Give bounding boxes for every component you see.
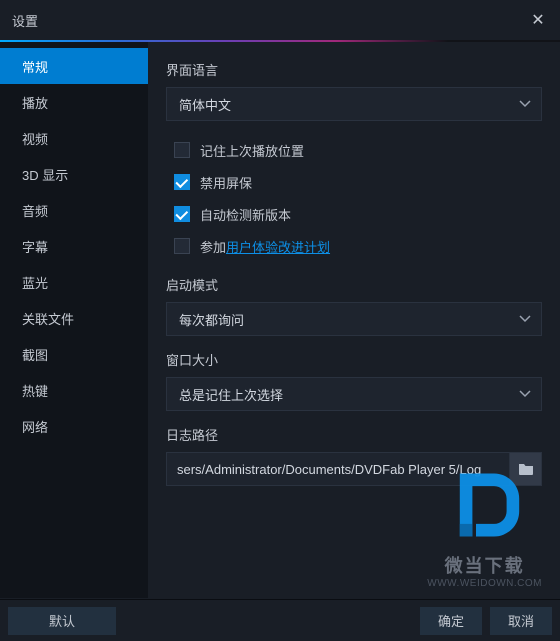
sidebar-item-label: 播放 [22,93,48,112]
disable-screensaver-label: 禁用屏保 [200,173,252,192]
ux-program-prefix: 参加 [200,237,226,256]
ux-program-checkbox[interactable] [174,238,190,254]
sidebar-item-subtitle[interactable]: 字幕 [0,228,148,264]
auto-update-row: 自动检测新版本 [166,199,542,229]
titlebar: 设置 ✕ [0,0,560,40]
folder-icon [518,462,534,476]
ux-program-link[interactable]: 用户体验改进计划 [226,237,330,256]
sidebar-item-label: 关联文件 [22,309,74,328]
chevron-down-icon [519,390,531,398]
sidebar-item-hotkey[interactable]: 热键 [0,372,148,408]
sidebar-item-screenshot[interactable]: 截图 [0,336,148,372]
sidebar-item-label: 蓝光 [22,273,48,292]
default-button[interactable]: 默认 [8,607,116,635]
sidebar-item-label: 字幕 [22,237,48,256]
sidebar-item-label: 网络 [22,417,48,436]
cancel-button[interactable]: 取消 [490,607,552,635]
startup-mode-value: 每次都询问 [179,310,244,329]
sidebar-item-label: 热键 [22,381,48,400]
browse-button[interactable] [510,452,542,486]
auto-update-checkbox[interactable] [174,206,190,222]
sidebar-item-video[interactable]: 视频 [0,120,148,156]
sidebar-item-3d[interactable]: 3D 显示 [0,156,148,192]
sidebar: 常规 播放 视频 3D 显示 音频 字幕 蓝光 关联文件 截图 热键 网络 [0,42,148,598]
footer: 默认 确定 取消 [0,599,560,641]
sidebar-item-bluray[interactable]: 蓝光 [0,264,148,300]
window-size-select[interactable]: 总是记住上次选择 [166,377,542,411]
close-icon[interactable]: ✕ [528,10,548,30]
remember-position-checkbox[interactable] [174,142,190,158]
sidebar-item-audio[interactable]: 音频 [0,192,148,228]
ui-language-select[interactable]: 简体中文 [166,87,542,121]
log-path-input[interactable] [166,452,510,486]
disable-screensaver-row: 禁用屏保 [166,167,542,197]
remember-position-label: 记住上次播放位置 [200,141,304,160]
sidebar-item-label: 截图 [22,345,48,364]
sidebar-item-network[interactable]: 网络 [0,408,148,444]
startup-mode-select[interactable]: 每次都询问 [166,302,542,336]
disable-screensaver-checkbox[interactable] [174,174,190,190]
window-size-value: 总是记住上次选择 [179,385,283,404]
ui-language-label: 界面语言 [166,60,542,79]
sidebar-item-label: 3D 显示 [22,165,68,184]
startup-mode-label: 启动模式 [166,275,542,294]
chevron-down-icon [519,315,531,323]
ui-language-value: 简体中文 [179,95,231,114]
sidebar-item-label: 音频 [22,201,48,220]
auto-update-label: 自动检测新版本 [200,205,291,224]
window-title: 设置 [12,11,38,30]
sidebar-item-general[interactable]: 常规 [0,48,148,84]
content-panel: 界面语言 简体中文 记住上次播放位置 禁用屏保 自动检测新版本 参加用户体验改进… [148,42,560,598]
remember-position-row: 记住上次播放位置 [166,135,542,165]
sidebar-item-label: 常规 [22,57,48,76]
sidebar-item-playback[interactable]: 播放 [0,84,148,120]
sidebar-item-label: 视频 [22,129,48,148]
ux-program-row: 参加用户体验改进计划 [166,231,542,261]
log-path-label: 日志路径 [166,425,542,444]
chevron-down-icon [519,100,531,108]
ok-button[interactable]: 确定 [420,607,482,635]
sidebar-item-association[interactable]: 关联文件 [0,300,148,336]
window-size-label: 窗口大小 [166,350,542,369]
